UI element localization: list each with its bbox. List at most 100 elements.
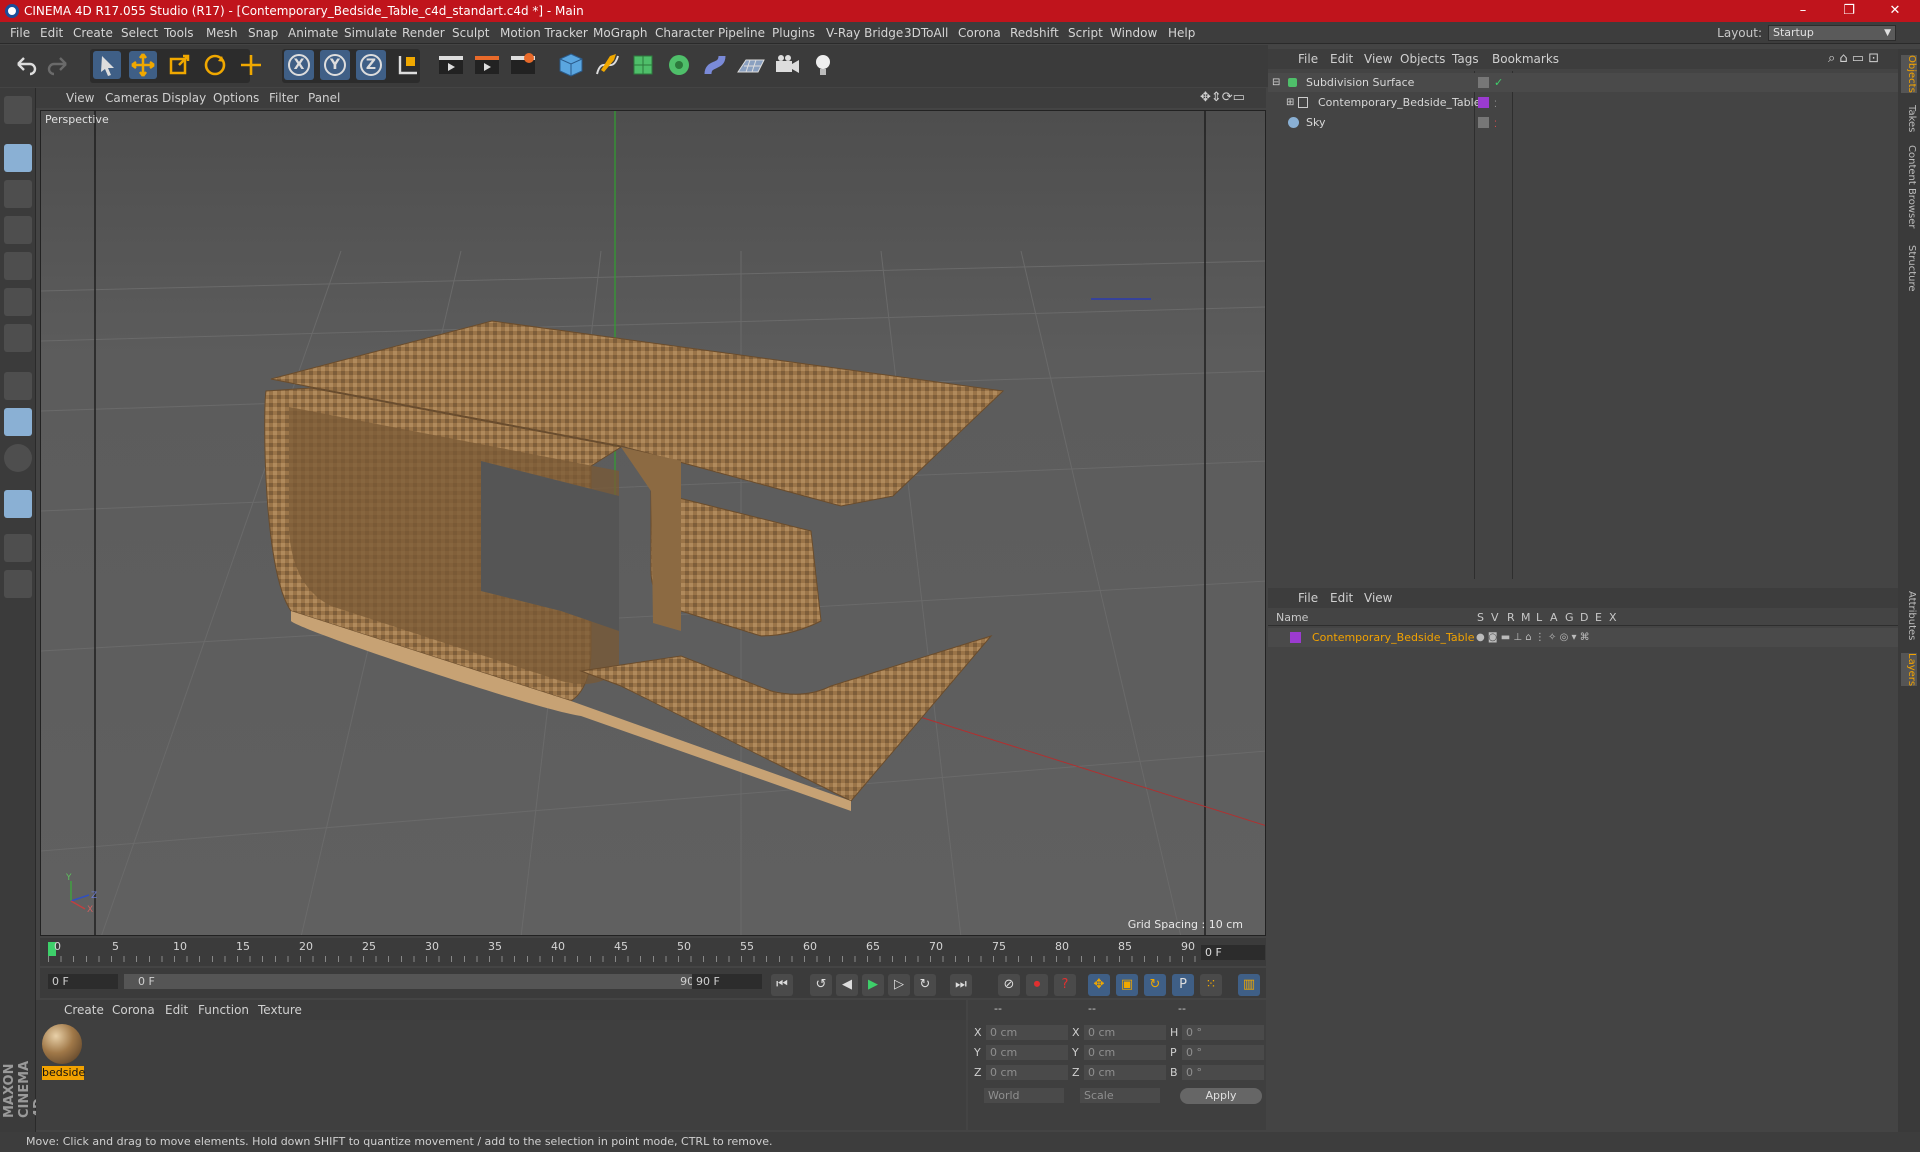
end-frame-field[interactable]: 90 F [692, 974, 762, 989]
coord-size-z-field[interactable]: 0 cm [1084, 1065, 1166, 1080]
coord-pos-z-field[interactable]: 0 cm [986, 1065, 1068, 1080]
layer-tag-icon[interactable] [1478, 117, 1489, 128]
menu-mograph[interactable]: MoGraph [593, 22, 648, 44]
menu-file[interactable]: File [10, 22, 30, 44]
next-frame-icon[interactable]: ▷ [888, 974, 910, 996]
layer-col-view[interactable]: V [1491, 610, 1499, 626]
coord-mode-select[interactable]: Scale [1080, 1088, 1160, 1103]
menu-sculpt[interactable]: Sculpt [452, 22, 489, 44]
menu-tools[interactable]: Tools [164, 22, 194, 44]
om-menu-edit[interactable]: Edit [1330, 49, 1353, 69]
layer-col-deformers[interactable]: D [1580, 610, 1588, 626]
tree-collapse-icon[interactable]: ⊟ [1272, 73, 1280, 92]
menu-help[interactable]: Help [1168, 22, 1195, 44]
tab-objects[interactable]: Objects [1901, 55, 1917, 93]
viewport-nav-icon[interactable]: ✥⇕⟳▭ [1200, 88, 1245, 108]
tab-content-browser[interactable]: Content Browser [1901, 145, 1917, 228]
menu-script[interactable]: Script [1068, 22, 1103, 44]
layout-select[interactable]: Startup ▼ [1768, 25, 1896, 41]
live-selection-icon[interactable] [92, 50, 122, 80]
make-editable-icon[interactable] [4, 96, 32, 124]
viewport-menu-panel[interactable]: Panel [308, 88, 340, 108]
menu-3dtoall[interactable]: 3DToAll [904, 22, 948, 44]
tab-layers[interactable]: Layers [1901, 653, 1917, 687]
y-axis-toggle[interactable]: Y [320, 50, 350, 80]
tab-attributes[interactable]: Attributes [1901, 591, 1917, 640]
deformer-bend-icon[interactable] [700, 50, 730, 80]
lm-menu-file[interactable]: File [1298, 588, 1318, 608]
undo-icon[interactable] [10, 50, 40, 80]
current-frame-field[interactable]: 0 F [1201, 945, 1265, 960]
om-menu-file[interactable]: File [1298, 49, 1318, 69]
viewport-menu-options[interactable]: Options [213, 88, 259, 108]
layer-row[interactable]: Contemporary_Bedside_Table ● ◙ ▬ ⊥ ⌂ ⋮ ✧… [1268, 628, 1898, 647]
coord-rot-h-field[interactable]: 0 ° [1182, 1025, 1264, 1040]
viewport-menu-display[interactable]: Display [162, 88, 206, 108]
object-row[interactable]: ⊟ Subdivision Surface ✓ [1268, 73, 1898, 92]
floor-object-icon[interactable] [736, 50, 766, 80]
layer-col-locked[interactable]: L [1536, 610, 1542, 626]
go-to-end-icon[interactable]: ⏭ [950, 974, 972, 996]
transform-tool-icon[interactable] [236, 50, 266, 80]
menu-corona[interactable]: Corona [958, 22, 1001, 44]
render-view-icon[interactable] [436, 50, 466, 80]
mograph-cloner-icon[interactable] [664, 50, 694, 80]
model-mode-icon[interactable] [4, 144, 32, 172]
object-name[interactable]: Subdivision Surface [1306, 73, 1414, 92]
tab-takes[interactable]: Takes [1901, 105, 1917, 132]
move-tool-icon[interactable] [128, 50, 158, 80]
light-object-icon[interactable] [808, 50, 838, 80]
menu-plugins[interactable]: Plugins [772, 22, 815, 44]
layer-tag-icon[interactable] [1478, 77, 1489, 88]
play-icon[interactable]: ▶ [862, 974, 884, 996]
menu-create[interactable]: Create [73, 22, 113, 44]
layer-flags-icon[interactable]: ● ◙ ▬ ⊥ ⌂ ⋮ ✧ ◎ ▾ ⌘ [1476, 628, 1590, 647]
lock-workplane-icon[interactable] [4, 534, 32, 562]
preview-range-slider[interactable]: 0 F 90 F [124, 974, 724, 989]
menu-window[interactable]: Window [1110, 22, 1157, 44]
menu-animate[interactable]: Animate [288, 22, 338, 44]
tab-structure[interactable]: Structure [1901, 245, 1917, 292]
viewport-perspective[interactable]: Y Z X Perspective Grid Spacing : 10 cm [40, 110, 1266, 936]
coord-pos-y-field[interactable]: 0 cm [986, 1045, 1068, 1060]
render-to-picture-viewer-icon[interactable] [472, 50, 502, 80]
material-menu-texture[interactable]: Texture [258, 1000, 302, 1020]
workplane-mode-icon[interactable] [4, 216, 32, 244]
tweak-mode-icon[interactable] [4, 408, 32, 436]
menu-pipeline[interactable]: Pipeline [718, 22, 765, 44]
om-menu-view[interactable]: View [1364, 49, 1392, 69]
viewport-menu-cameras[interactable]: Cameras [105, 88, 158, 108]
menu-redshift[interactable]: Redshift [1010, 22, 1059, 44]
edit-render-settings-icon[interactable] [508, 50, 538, 80]
object-row[interactable]: ⊞ Contemporary_Bedside_Table ⁚ [1268, 93, 1898, 112]
lm-menu-edit[interactable]: Edit [1330, 588, 1353, 608]
material-name[interactable]: bedside [42, 1066, 85, 1080]
menu-mesh[interactable]: Mesh [206, 22, 238, 44]
magnet-icon[interactable] [4, 490, 32, 518]
layer-name[interactable]: Contemporary_Bedside_Table [1312, 628, 1474, 647]
polygons-mode-icon[interactable] [4, 324, 32, 352]
scale-key-icon[interactable]: ▣ [1116, 974, 1138, 996]
coordinate-system-icon[interactable] [392, 50, 422, 80]
coord-size-x-field[interactable]: 0 cm [1084, 1025, 1166, 1040]
object-name[interactable]: Contemporary_Bedside_Table [1318, 93, 1480, 112]
layer-col-expressions[interactable]: E [1595, 610, 1602, 626]
timeline-window-icon[interactable]: ▥ [1238, 974, 1260, 996]
visibility-dots-icon[interactable]: ⁚ [1494, 116, 1497, 135]
rotation-key-icon[interactable]: ↻ [1144, 974, 1166, 996]
material-menu-function[interactable]: Function [198, 1000, 249, 1020]
next-key-icon[interactable]: ↻ [914, 974, 936, 996]
maximize-button[interactable]: ❐ [1826, 0, 1872, 22]
snap-icon[interactable] [4, 444, 32, 472]
rotate-tool-icon[interactable] [200, 50, 230, 80]
apply-button[interactable]: Apply [1180, 1088, 1262, 1104]
layer-col-animation[interactable]: A [1550, 610, 1558, 626]
menu-simulate[interactable]: Simulate [344, 22, 397, 44]
scale-tool-icon[interactable] [164, 50, 194, 80]
keyframe-selection-icon[interactable]: ? [1054, 974, 1076, 996]
layer-col-manager[interactable]: M [1521, 610, 1531, 626]
x-axis-toggle[interactable]: X [284, 50, 314, 80]
texture-mode-icon[interactable] [4, 180, 32, 208]
go-to-start-icon[interactable]: ⏮ [771, 974, 793, 996]
axis-mode-icon[interactable] [4, 372, 32, 400]
